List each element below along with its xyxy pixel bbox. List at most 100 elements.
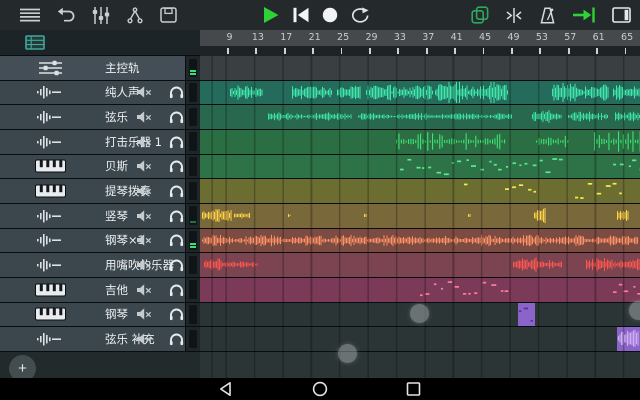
mute-button[interactable] <box>137 110 152 124</box>
follow-playhead-button[interactable] <box>572 7 596 23</box>
track-name: 主控轨 <box>105 60 140 76</box>
track-header[interactable]: 竖琴 <box>0 204 200 229</box>
solo-button[interactable] <box>169 135 184 148</box>
routing-button[interactable] <box>126 7 144 24</box>
loop-button[interactable] <box>350 7 371 24</box>
track-header[interactable]: 打击乐器 1 <box>0 130 200 155</box>
track-header[interactable]: 弦乐 补充 <box>0 327 200 352</box>
track-header[interactable]: 纯人声 <box>0 81 200 106</box>
track-lane[interactable] <box>200 303 640 328</box>
solo-button[interactable] <box>169 209 184 222</box>
save-button[interactable] <box>160 7 177 23</box>
track-lane[interactable] <box>200 105 640 130</box>
ruler-numbers: 91317212529333741454953576165 <box>200 30 640 46</box>
undo-button[interactable] <box>56 7 76 24</box>
mute-button[interactable] <box>137 307 152 321</box>
mute-button[interactable] <box>137 159 152 173</box>
track-header[interactable]: 钢琴×3 <box>0 229 200 254</box>
track-header[interactable]: 主控轨 <box>0 56 200 81</box>
menu-button[interactable] <box>20 8 40 22</box>
level-meter <box>185 81 200 105</box>
track-header[interactable]: 提琴拨奏 <box>0 179 200 204</box>
metronome-button[interactable] <box>539 7 556 24</box>
add-track-button[interactable]: + <box>9 355 36 378</box>
midi-track-icon <box>31 185 69 198</box>
ruler-bar-number: 65 <box>621 32 633 43</box>
track-lane[interactable] <box>200 278 640 303</box>
ruler-tick <box>397 48 399 54</box>
tracks-grid-view-button[interactable] <box>25 35 45 50</box>
ruler-tick <box>625 48 627 54</box>
track-lane[interactable] <box>200 179 640 204</box>
panel-toggle-button[interactable] <box>612 7 631 23</box>
master-track-icon <box>31 60 69 76</box>
ruler-tick <box>341 48 343 54</box>
mixer-button[interactable] <box>92 7 110 24</box>
level-meter <box>185 179 200 203</box>
track-lane[interactable] <box>200 155 640 180</box>
ruler-bar-number: 25 <box>337 32 349 43</box>
timeline-ruler[interactable]: 91317212529333741454953576165 <box>200 30 640 56</box>
daw-app: 91317212529333741454953576165 主控轨纯人声弦乐打击… <box>0 0 640 400</box>
ruler-bar-number: 61 <box>593 32 605 43</box>
skip-to-start-button[interactable] <box>292 7 310 23</box>
ruler-bar-number: 29 <box>365 32 377 43</box>
android-recents-button[interactable] <box>406 381 421 397</box>
track-header[interactable]: 吉他 <box>0 278 200 303</box>
track-lane[interactable] <box>200 327 640 352</box>
mute-button[interactable] <box>137 233 152 247</box>
solo-button[interactable] <box>169 160 184 173</box>
solo-button[interactable] <box>169 185 184 198</box>
android-back-button[interactable] <box>218 381 234 397</box>
solo-button[interactable] <box>169 283 184 296</box>
mute-button[interactable] <box>137 85 152 99</box>
ruler-bar-number: 57 <box>564 32 576 43</box>
track-lane[interactable] <box>200 204 640 229</box>
mute-button[interactable] <box>137 135 152 149</box>
track-lane[interactable] <box>200 130 640 155</box>
add-track-label: + <box>18 361 27 376</box>
empty-lane[interactable] <box>200 352 640 378</box>
mute-button[interactable] <box>137 258 152 272</box>
ruler-tick <box>227 48 229 54</box>
waveform <box>200 81 640 104</box>
mute-button[interactable] <box>137 332 152 346</box>
track-name: 弦乐 <box>105 109 128 125</box>
view-switcher <box>0 30 200 56</box>
solo-button[interactable] <box>169 111 184 124</box>
ruler-tick <box>539 48 541 54</box>
waveform <box>200 105 640 128</box>
track-lane[interactable] <box>200 81 640 106</box>
solo-button[interactable] <box>169 333 184 346</box>
solo-button[interactable] <box>169 259 184 272</box>
ruler-bar-number: 33 <box>394 32 406 43</box>
track-header[interactable]: 用嘴吹的乐器 <box>0 253 200 278</box>
midi-track-icon <box>31 283 69 296</box>
track-header[interactable]: 贝斯 <box>0 155 200 180</box>
track-lane[interactable] <box>200 56 640 81</box>
mute-button[interactable] <box>137 283 152 297</box>
track-name: 钢琴 <box>105 306 128 322</box>
solo-button[interactable] <box>169 308 184 321</box>
timeline-header: 91317212529333741454953576165 <box>0 30 640 56</box>
midi-notes <box>200 278 640 301</box>
track-name: 纯人声 <box>105 84 140 100</box>
record-button[interactable] <box>322 7 338 23</box>
play-button[interactable] <box>262 6 280 24</box>
snap-button[interactable] <box>505 8 523 23</box>
level-meter <box>185 278 200 302</box>
track-lane[interactable] <box>200 253 640 278</box>
mute-button[interactable] <box>137 209 152 223</box>
track-header[interactable]: 钢琴 <box>0 303 200 328</box>
track-header[interactable]: 弦乐 <box>0 105 200 130</box>
ruler-tick <box>284 48 286 54</box>
ruler-bar-number: 49 <box>507 32 519 43</box>
solo-button[interactable] <box>169 86 184 99</box>
solo-button[interactable] <box>169 234 184 247</box>
waveform <box>200 204 640 227</box>
android-home-button[interactable] <box>312 381 328 397</box>
track-lane[interactable] <box>200 229 640 254</box>
duplicate-button[interactable] <box>471 6 489 24</box>
ruler-tick <box>312 48 314 54</box>
mute-button[interactable] <box>137 184 152 198</box>
